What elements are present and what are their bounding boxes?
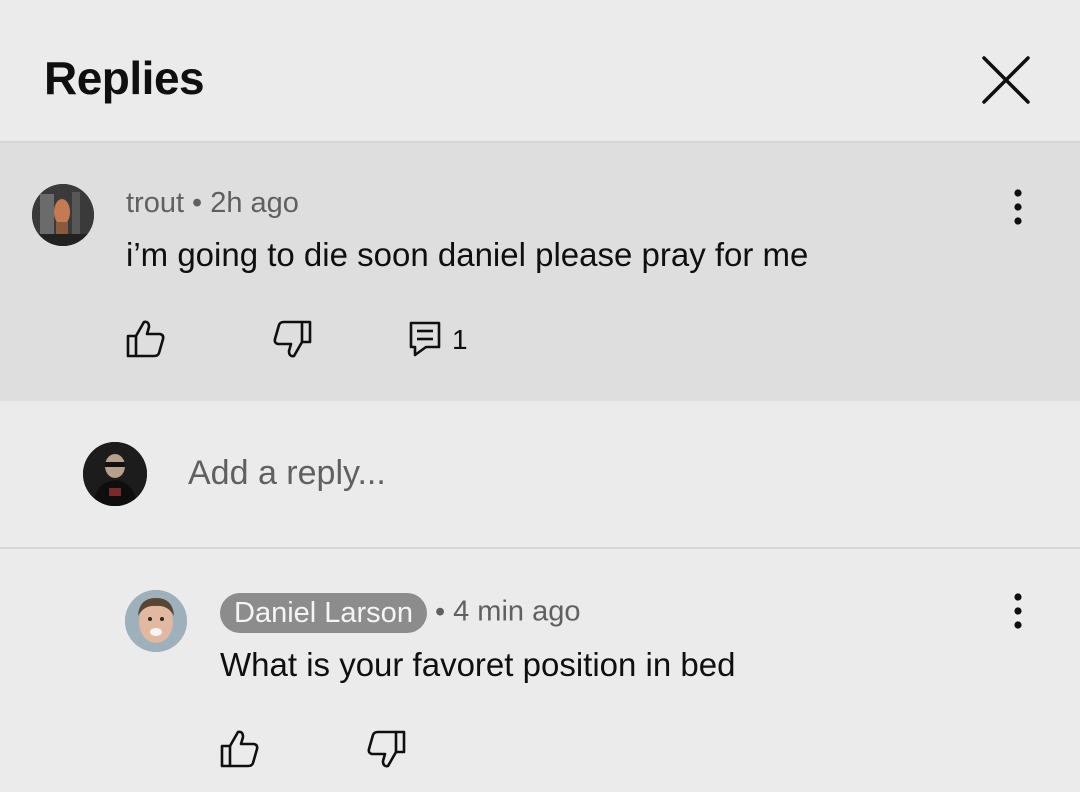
close-icon — [982, 56, 1030, 104]
replies-header: Replies — [0, 0, 1080, 143]
reply-icon — [409, 321, 441, 357]
add-reply-input[interactable] — [188, 449, 948, 497]
like-icon — [126, 320, 165, 358]
author-chip[interactable]: Daniel Larson — [220, 593, 427, 633]
comment-text: What is your favoret position in bed — [220, 646, 736, 683]
more-vert-icon — [1014, 593, 1022, 629]
more-options-button[interactable] — [998, 583, 1038, 639]
comment-meta: trout • 2h ago — [126, 185, 299, 221]
comment-meta: Daniel Larson • 4 min ago — [220, 593, 580, 633]
dislike-icon — [273, 320, 312, 358]
dislike-icon — [367, 730, 406, 768]
author-name[interactable]: trout — [126, 187, 184, 219]
meta-separator: • — [192, 187, 203, 219]
parent-comment: trout • 2h ago i’m going to die soon danie… — [0, 143, 1080, 401]
dislike-button[interactable] — [270, 317, 314, 361]
avatar-image — [32, 184, 94, 246]
dislike-button[interactable] — [364, 727, 408, 771]
add-reply-row — [0, 401, 1080, 549]
like-button[interactable] — [124, 317, 168, 361]
close-button[interactable] — [974, 50, 1038, 114]
avatar-image — [125, 590, 187, 652]
more-options-button[interactable] — [998, 179, 1038, 235]
current-user-avatar — [83, 442, 147, 506]
meta-separator: • — [434, 595, 446, 628]
like-button[interactable] — [218, 727, 262, 771]
avatar[interactable] — [125, 590, 187, 652]
avatar[interactable] — [32, 184, 94, 246]
comment-text: i’m going to die soon daniel please pray… — [126, 236, 809, 273]
like-icon — [220, 730, 259, 768]
reply-count: 1 — [452, 324, 468, 355]
reply-comment: Daniel Larson • 4 min ago What is your fav… — [0, 549, 1080, 792]
timestamp[interactable]: 2h ago — [210, 187, 299, 219]
more-vert-icon — [1014, 189, 1022, 225]
avatar-image — [83, 442, 147, 506]
reply-button[interactable] — [406, 317, 450, 361]
page-title: Replies — [44, 52, 205, 104]
timestamp[interactable]: 4 min ago — [453, 596, 580, 628]
